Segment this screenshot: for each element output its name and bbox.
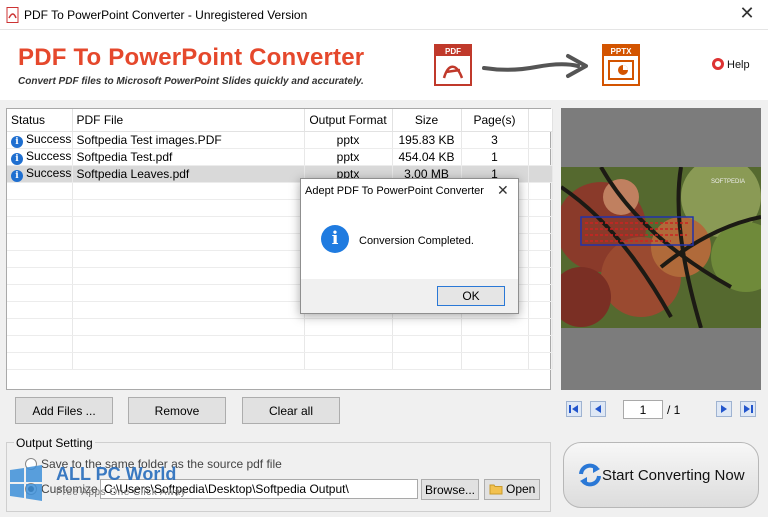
file-cell: Softpedia Test images.PDF: [72, 131, 305, 149]
add-files-button[interactable]: Add Files ...: [15, 397, 113, 424]
column-header-status[interactable]: Status: [7, 109, 73, 132]
lifebuoy-icon: [712, 58, 724, 70]
page-total-label: / 1: [667, 403, 681, 417]
arrow-right-icon: [482, 54, 588, 78]
spacer-cell: [528, 148, 553, 166]
previous-page-button[interactable]: [590, 401, 606, 417]
folder-icon: [489, 484, 503, 495]
pdf-file-icon: PDF: [434, 44, 472, 86]
status-cell: i Success: [7, 148, 73, 166]
window-title: PDF To PowerPoint Converter - Unregister…: [24, 8, 308, 22]
leaves-photo: SOFTPEDIA: [561, 167, 761, 328]
file-cell: Softpedia Test.pdf: [72, 148, 305, 166]
table-header-row: Status PDF File Output Format Size Page(…: [7, 109, 553, 132]
empty-row: [7, 318, 553, 336]
status-text: Success: [26, 131, 72, 146]
status-text: Success: [26, 148, 72, 163]
pptx-icon-label: PPTX: [611, 47, 633, 56]
start-converting-button[interactable]: Start Converting Now: [563, 442, 759, 508]
previous-page-icon: [595, 405, 601, 413]
pdf-icon-label: PDF: [445, 47, 461, 56]
file-cell: Softpedia Leaves.pdf: [72, 165, 305, 183]
dialog-close-button[interactable]: ✕: [497, 182, 509, 199]
last-page-button[interactable]: [740, 401, 756, 417]
first-page-button[interactable]: [566, 401, 582, 417]
info-icon: i: [11, 169, 23, 181]
empty-row: [7, 352, 553, 370]
empty-row: [7, 335, 553, 353]
next-page-button[interactable]: [716, 401, 732, 417]
remove-button[interactable]: Remove: [128, 397, 226, 424]
info-icon: i: [11, 135, 23, 147]
dialog-title: Adept PDF To PowerPoint Converter: [305, 185, 484, 197]
status-text: Success: [26, 165, 72, 180]
column-header-size[interactable]: Size: [392, 109, 462, 132]
help-label: Help: [727, 59, 750, 71]
first-page-icon: [569, 405, 578, 413]
last-page-icon: [744, 405, 753, 413]
preview-watermark-text: SOFTPEDIA: [711, 179, 745, 185]
page-number-input[interactable]: [623, 400, 663, 419]
watermark-tagline: Free Apps One Click Away: [56, 487, 187, 498]
status-cell: i Success: [7, 131, 73, 149]
output-setting-legend: Output Setting: [14, 436, 95, 450]
app-header: PDF To PowerPoint Converter Convert PDF …: [0, 30, 768, 100]
size-cell: 195.83 KB: [392, 131, 462, 149]
pages-cell: 1: [461, 148, 529, 166]
info-icon: i: [11, 152, 23, 164]
column-header-spacer: [528, 109, 553, 132]
format-cell: pptx: [304, 131, 393, 149]
column-header-output-format[interactable]: Output Format: [304, 109, 393, 132]
format-cell: pptx: [304, 148, 393, 166]
clear-all-button[interactable]: Clear all: [242, 397, 340, 424]
browse-button[interactable]: Browse...: [421, 479, 479, 500]
pptx-file-icon: PPTX: [602, 44, 640, 86]
help-link[interactable]: Help: [712, 58, 750, 71]
open-label: Open: [505, 482, 536, 496]
table-row[interactable]: i Success Softpedia Test.pdf pptx 454.04 …: [7, 148, 553, 166]
start-converting-label: Start Converting Now: [602, 467, 745, 484]
column-header-pages[interactable]: Page(s): [461, 109, 529, 132]
dialog-footer: OK: [301, 279, 518, 313]
column-header-pdf-file[interactable]: PDF File: [72, 109, 305, 132]
watermark-brand: ALL PC World: [56, 464, 177, 484]
information-icon: i: [321, 225, 349, 253]
preview-image: SOFTPEDIA: [561, 167, 761, 328]
window-close-button[interactable]: ✕: [736, 3, 758, 25]
windows-logo-icon: [10, 465, 42, 501]
next-page-icon: [721, 405, 727, 413]
spacer-cell: [528, 131, 553, 149]
conversion-completed-dialog: Adept PDF To PowerPoint Converter ✕ i Co…: [300, 178, 519, 314]
app-title: PDF To PowerPoint Converter: [18, 44, 365, 71]
open-folder-button[interactable]: Open: [484, 479, 540, 500]
title-bar: PDF To PowerPoint Converter - Unregister…: [0, 0, 768, 30]
pages-cell: 3: [461, 131, 529, 149]
refresh-icon: [579, 463, 601, 487]
ok-button[interactable]: OK: [437, 286, 505, 306]
app-icon: [6, 7, 19, 23]
size-cell: 454.04 KB: [392, 148, 462, 166]
dialog-message: Conversion Completed.: [359, 235, 474, 247]
table-row[interactable]: i Success Softpedia Test images.PDF pptx …: [7, 131, 553, 149]
app-subtitle: Convert PDF files to Microsoft PowerPoin…: [18, 76, 364, 87]
spacer-cell: [528, 165, 553, 183]
status-cell: i Success: [7, 165, 73, 183]
